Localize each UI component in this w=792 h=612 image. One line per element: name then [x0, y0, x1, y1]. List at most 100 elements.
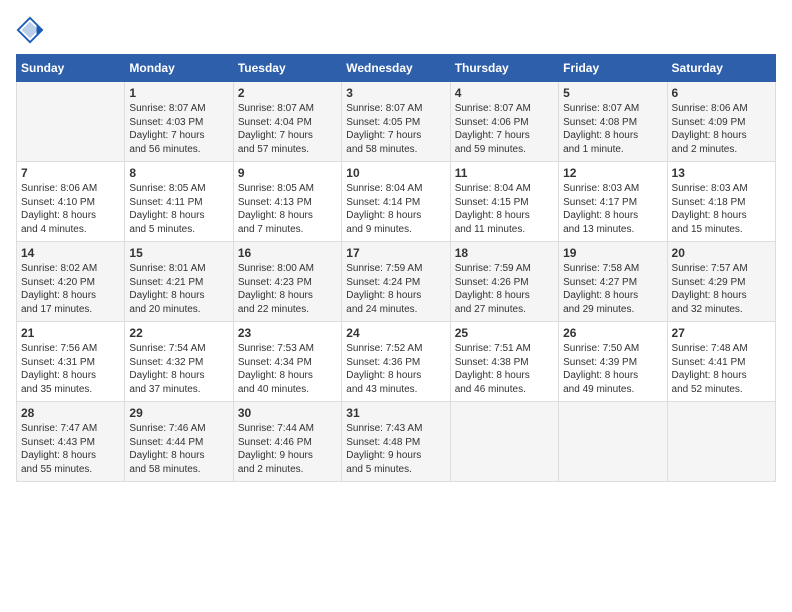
calendar-cell: 4 Sunrise: 8:07 AM Sunset: 4:06 PM Daylig…: [450, 82, 558, 162]
day-number: 31: [346, 406, 445, 420]
cell-content: Sunrise: 8:07 AM Sunset: 4:04 PM Dayligh…: [238, 102, 337, 156]
cell-content: Sunrise: 8:05 AM Sunset: 4:13 PM Dayligh…: [238, 182, 337, 236]
calendar-cell: 17Sunrise: 7:59 AM Sunset: 4:24 PM Dayli…: [342, 242, 450, 322]
cell-content: Sunrise: 7:48 AM Sunset: 4:41 PM Dayligh…: [672, 342, 771, 396]
cell-content: Sunrise: 7:47 AM Sunset: 4:43 PM Dayligh…: [21, 422, 120, 476]
calendar-cell: [450, 402, 558, 482]
logo: [16, 16, 48, 44]
day-number: 25: [455, 326, 554, 340]
calendar-cell: 13Sunrise: 8:03 AM Sunset: 4:18 PM Dayli…: [667, 162, 775, 242]
day-number: 9: [238, 166, 337, 180]
day-number: 12: [563, 166, 662, 180]
cell-content: Sunrise: 7:51 AM Sunset: 4:38 PM Dayligh…: [455, 342, 554, 396]
calendar-cell: 9 Sunrise: 8:05 AM Sunset: 4:13 PM Daylig…: [233, 162, 341, 242]
cell-content: Sunrise: 7:52 AM Sunset: 4:36 PM Dayligh…: [346, 342, 445, 396]
calendar-cell: 12 Sunrise: 8:03 AM Sunset: 4:17 PM Dayli…: [559, 162, 667, 242]
calendar-cell: 3Sunrise: 8:07 AM Sunset: 4:05 PM Daylig…: [342, 82, 450, 162]
cell-content: Sunrise: 7:59 AM Sunset: 4:26 PM Dayligh…: [455, 262, 554, 316]
day-number: 30: [238, 406, 337, 420]
cell-content: Sunrise: 8:07 AM Sunset: 4:08 PM Dayligh…: [563, 102, 662, 156]
day-number: 28: [21, 406, 120, 420]
day-number: 27: [672, 326, 771, 340]
day-number: 23: [238, 326, 337, 340]
calendar-cell: 30 Sunrise: 7:44 AM Sunset: 4:46 PM Dayli…: [233, 402, 341, 482]
day-number: 11: [455, 166, 554, 180]
day-number: 3: [346, 86, 445, 100]
cell-content: Sunrise: 7:54 AM Sunset: 4:32 PM Dayligh…: [129, 342, 228, 396]
cell-content: Sunrise: 8:00 AM Sunset: 4:23 PM Dayligh…: [238, 262, 337, 316]
cell-content: Sunrise: 8:06 AM Sunset: 4:09 PM Dayligh…: [672, 102, 771, 156]
cell-content: Sunrise: 7:46 AM Sunset: 4:44 PM Dayligh…: [129, 422, 228, 476]
header-day-wednesday: Wednesday: [342, 55, 450, 82]
day-number: 29: [129, 406, 228, 420]
calendar-cell: 15 Sunrise: 8:01 AM Sunset: 4:21 PM Dayli…: [125, 242, 233, 322]
cell-content: Sunrise: 8:01 AM Sunset: 4:21 PM Dayligh…: [129, 262, 228, 316]
header-day-sunday: Sunday: [17, 55, 125, 82]
cell-content: Sunrise: 7:56 AM Sunset: 4:31 PM Dayligh…: [21, 342, 120, 396]
header-day-thursday: Thursday: [450, 55, 558, 82]
calendar-cell: 29 Sunrise: 7:46 AM Sunset: 4:44 PM Dayli…: [125, 402, 233, 482]
cell-content: Sunrise: 7:44 AM Sunset: 4:46 PM Dayligh…: [238, 422, 337, 476]
page-header: [16, 16, 776, 44]
week-row-3: 14 Sunrise: 8:02 AM Sunset: 4:20 PM Dayli…: [17, 242, 776, 322]
day-number: 26: [563, 326, 662, 340]
calendar-cell: 25 Sunrise: 7:51 AM Sunset: 4:38 PM Dayli…: [450, 322, 558, 402]
day-number: 19: [563, 246, 662, 260]
week-row-2: 7 Sunrise: 8:06 AM Sunset: 4:10 PM Daylig…: [17, 162, 776, 242]
calendar-cell: 14 Sunrise: 8:02 AM Sunset: 4:20 PM Dayli…: [17, 242, 125, 322]
calendar-cell: 10 Sunrise: 8:04 AM Sunset: 4:14 PM Dayli…: [342, 162, 450, 242]
day-number: 15: [129, 246, 228, 260]
calendar-cell: 6 Sunrise: 8:06 AM Sunset: 4:09 PM Daylig…: [667, 82, 775, 162]
cell-content: Sunrise: 8:03 AM Sunset: 4:17 PM Dayligh…: [563, 182, 662, 236]
calendar-cell: 8 Sunrise: 8:05 AM Sunset: 4:11 PM Daylig…: [125, 162, 233, 242]
week-row-5: 28 Sunrise: 7:47 AM Sunset: 4:43 PM Dayli…: [17, 402, 776, 482]
day-number: 5: [563, 86, 662, 100]
calendar-table: SundayMondayTuesdayWednesdayThursdayFrid…: [16, 54, 776, 482]
day-number: 21: [21, 326, 120, 340]
calendar-cell: 16Sunrise: 8:00 AM Sunset: 4:23 PM Dayli…: [233, 242, 341, 322]
cell-content: Sunrise: 8:04 AM Sunset: 4:15 PM Dayligh…: [455, 182, 554, 236]
cell-content: Sunrise: 7:53 AM Sunset: 4:34 PM Dayligh…: [238, 342, 337, 396]
calendar-cell: 1 Sunrise: 8:07 AM Sunset: 4:03 PM Daylig…: [125, 82, 233, 162]
cell-content: Sunrise: 7:43 AM Sunset: 4:48 PM Dayligh…: [346, 422, 445, 476]
day-number: 20: [672, 246, 771, 260]
calendar-cell: 2 Sunrise: 8:07 AM Sunset: 4:04 PM Daylig…: [233, 82, 341, 162]
cell-content: Sunrise: 8:04 AM Sunset: 4:14 PM Dayligh…: [346, 182, 445, 236]
header-day-monday: Monday: [125, 55, 233, 82]
calendar-cell: 5 Sunrise: 8:07 AM Sunset: 4:08 PM Daylig…: [559, 82, 667, 162]
header-day-tuesday: Tuesday: [233, 55, 341, 82]
cell-content: Sunrise: 7:58 AM Sunset: 4:27 PM Dayligh…: [563, 262, 662, 316]
calendar-cell: 31 Sunrise: 7:43 AM Sunset: 4:48 PM Dayli…: [342, 402, 450, 482]
cell-content: Sunrise: 7:50 AM Sunset: 4:39 PM Dayligh…: [563, 342, 662, 396]
day-number: 4: [455, 86, 554, 100]
cell-content: Sunrise: 8:06 AM Sunset: 4:10 PM Dayligh…: [21, 182, 120, 236]
cell-content: Sunrise: 8:05 AM Sunset: 4:11 PM Dayligh…: [129, 182, 228, 236]
calendar-cell: 18Sunrise: 7:59 AM Sunset: 4:26 PM Dayli…: [450, 242, 558, 322]
day-number: 2: [238, 86, 337, 100]
cell-content: Sunrise: 7:59 AM Sunset: 4:24 PM Dayligh…: [346, 262, 445, 316]
calendar-cell: 23 Sunrise: 7:53 AM Sunset: 4:34 PM Dayli…: [233, 322, 341, 402]
header-day-friday: Friday: [559, 55, 667, 82]
day-number: 10: [346, 166, 445, 180]
calendar-cell: 19 Sunrise: 7:58 AM Sunset: 4:27 PM Dayli…: [559, 242, 667, 322]
day-number: 14: [21, 246, 120, 260]
header-row: SundayMondayTuesdayWednesdayThursdayFrid…: [17, 55, 776, 82]
calendar-body: 1 Sunrise: 8:07 AM Sunset: 4:03 PM Daylig…: [17, 82, 776, 482]
day-number: 1: [129, 86, 228, 100]
day-number: 8: [129, 166, 228, 180]
cell-content: Sunrise: 7:57 AM Sunset: 4:29 PM Dayligh…: [672, 262, 771, 316]
calendar-cell: 20 Sunrise: 7:57 AM Sunset: 4:29 PM Dayli…: [667, 242, 775, 322]
calendar-cell: 21 Sunrise: 7:56 AM Sunset: 4:31 PM Dayli…: [17, 322, 125, 402]
cell-content: Sunrise: 8:07 AM Sunset: 4:06 PM Dayligh…: [455, 102, 554, 156]
calendar-cell: [17, 82, 125, 162]
calendar-cell: 11 Sunrise: 8:04 AM Sunset: 4:15 PM Dayli…: [450, 162, 558, 242]
calendar-header: SundayMondayTuesdayWednesdayThursdayFrid…: [17, 55, 776, 82]
calendar-cell: 28 Sunrise: 7:47 AM Sunset: 4:43 PM Dayli…: [17, 402, 125, 482]
day-number: 6: [672, 86, 771, 100]
cell-content: Sunrise: 8:02 AM Sunset: 4:20 PM Dayligh…: [21, 262, 120, 316]
cell-content: Sunrise: 8:07 AM Sunset: 4:03 PM Dayligh…: [129, 102, 228, 156]
cell-content: Sunrise: 8:03 AM Sunset: 4:18 PM Dayligh…: [672, 182, 771, 236]
day-number: 24: [346, 326, 445, 340]
calendar-cell: 27 Sunrise: 7:48 AM Sunset: 4:41 PM Dayli…: [667, 322, 775, 402]
day-number: 7: [21, 166, 120, 180]
